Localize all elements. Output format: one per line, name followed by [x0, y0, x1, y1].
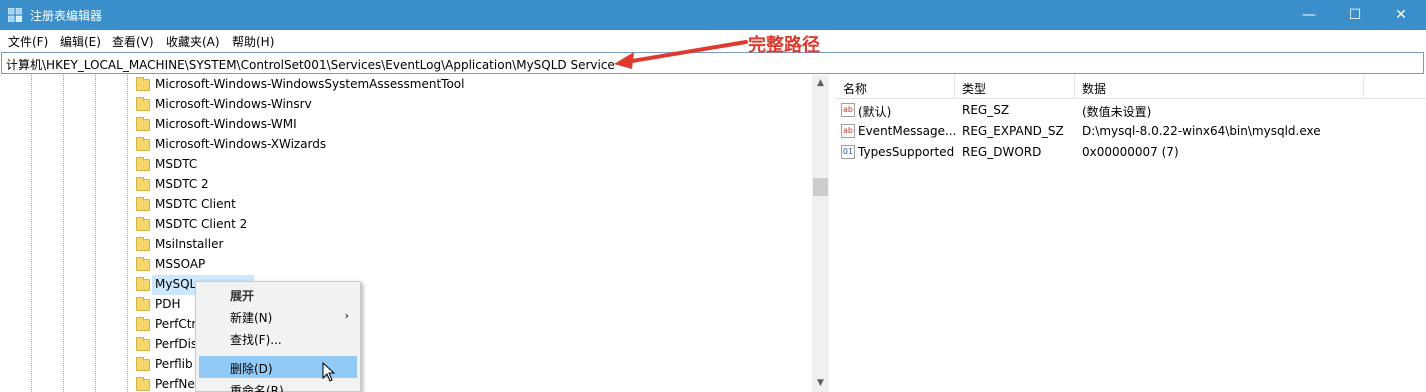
- maximize-button[interactable]: ☐: [1332, 0, 1378, 30]
- string-value-icon: ab: [841, 103, 855, 117]
- value-data: D:\mysql-8.0.22-winx64\bin\mysqld.exe: [1082, 124, 1321, 138]
- value-name: (默认): [858, 105, 892, 119]
- context-menu-label: 重命名(R): [230, 384, 284, 392]
- scroll-up-icon[interactable]: ▲: [812, 75, 829, 92]
- context-menu-label: 新建(N): [230, 311, 273, 325]
- column-divider[interactable]: [1074, 75, 1075, 99]
- tree-node[interactable]: Microsoft-Windows-XWizards: [134, 135, 814, 155]
- tree-node-label: PerfNe: [155, 377, 195, 391]
- value-name: EventMessage...: [858, 124, 957, 138]
- context-menu-label: 查找(F)...: [230, 333, 282, 347]
- mouse-cursor-icon: [322, 362, 336, 382]
- folder-icon: [136, 177, 150, 191]
- minimize-button[interactable]: —: [1286, 0, 1332, 30]
- column-divider[interactable]: [954, 75, 955, 99]
- address-path: 计算机\HKEY_LOCAL_MACHINE\SYSTEM\ControlSet…: [6, 58, 615, 72]
- folder-icon: [136, 77, 150, 91]
- folder-icon: [136, 237, 150, 251]
- context-menu-find[interactable]: 查找(F)...: [199, 327, 357, 349]
- tree-node[interactable]: MSSOAP: [134, 255, 814, 275]
- tree-node-label: PerfCtr: [155, 317, 197, 331]
- chevron-right-icon: ›: [344, 309, 349, 322]
- value-row[interactable]: ab EventMessage... REG_EXPAND_SZ D:\mysq…: [835, 121, 1426, 142]
- tree-node-label: MsiInstaller: [155, 237, 224, 251]
- menu-edit[interactable]: 编辑(E): [60, 33, 101, 50]
- window-title: 注册表编辑器: [30, 9, 103, 23]
- tree-node[interactable]: MSDTC 2: [134, 175, 814, 195]
- folder-icon: [136, 197, 150, 211]
- tree-scrollbar[interactable]: ▲ ▼: [812, 75, 829, 392]
- folder-icon: [136, 117, 150, 131]
- tree-node-label: Microsoft-Windows-XWizards: [155, 137, 327, 151]
- context-menu-new[interactable]: 新建(N) ›: [199, 305, 357, 327]
- folder-icon: [136, 297, 150, 311]
- close-button[interactable]: ✕: [1378, 0, 1424, 30]
- registry-editor-icon: [8, 8, 22, 22]
- value-name: TypesSupported: [858, 145, 955, 159]
- dword-value-icon: 01: [841, 145, 855, 159]
- tree-guide-line: [127, 75, 128, 392]
- value-row[interactable]: ab (默认) REG_SZ (数值未设置): [835, 100, 1426, 121]
- tree-node-label: Microsoft-Windows-Winsrv: [155, 97, 312, 111]
- folder-icon: [136, 157, 150, 171]
- values-list-pane[interactable]: 名称 类型 数据 ab (默认) REG_SZ (数值未设置) ab Event…: [835, 75, 1426, 392]
- folder-icon: [136, 357, 150, 371]
- tree-node-label: MSDTC: [155, 157, 198, 171]
- tree-node-label: Microsoft-Windows-WMI: [155, 117, 297, 131]
- context-menu-expand[interactable]: 展开: [199, 283, 357, 305]
- tree-node[interactable]: Microsoft-Windows-WindowsSystemAssessmen…: [134, 75, 814, 95]
- menu-view[interactable]: 查看(V): [112, 33, 154, 50]
- value-data: (数值未设置): [1082, 105, 1152, 119]
- key-tree-pane[interactable]: Microsoft-Windows-WindowsSystemAssessmen…: [0, 75, 829, 392]
- string-value-icon: ab: [841, 124, 855, 138]
- folder-icon: [136, 137, 150, 151]
- column-divider[interactable]: [1363, 75, 1364, 99]
- folder-icon: [136, 97, 150, 111]
- tree-node-label: MSDTC Client 2: [155, 217, 248, 231]
- folder-icon: [136, 257, 150, 271]
- tree-node-label: Microsoft-Windows-WindowsSystemAssessmen…: [155, 77, 465, 91]
- folder-icon: [136, 277, 150, 291]
- tree-node[interactable]: MSDTC: [134, 155, 814, 175]
- tree-node[interactable]: Microsoft-Windows-WMI: [134, 115, 814, 135]
- tree-node-label: MSDTC Client: [155, 197, 236, 211]
- value-row[interactable]: 01 TypesSupported REG_DWORD 0x00000007 (…: [835, 142, 1426, 163]
- tree-node[interactable]: MSDTC Client: [134, 195, 814, 215]
- context-menu-label: 删除(D): [230, 362, 273, 376]
- scrollbar-thumb[interactable]: [813, 178, 828, 196]
- tree-node-label: MySQL: [155, 277, 197, 291]
- folder-icon: [136, 377, 150, 391]
- tree-guide-line: [95, 75, 96, 392]
- tree-node-label: PerfDis: [155, 337, 198, 351]
- menu-help[interactable]: 帮助(H): [232, 33, 274, 50]
- value-type: REG_SZ: [962, 103, 1010, 117]
- folder-icon: [136, 337, 150, 351]
- tree-node-label: PDH: [155, 297, 181, 311]
- value-type: REG_EXPAND_SZ: [962, 124, 1064, 138]
- menu-favorites[interactable]: 收藏夹(A): [166, 33, 220, 50]
- context-menu-label: 展开: [230, 289, 255, 303]
- tree-node[interactable]: MsiInstaller: [134, 235, 814, 255]
- tree-guide-line: [63, 75, 64, 392]
- tree-node[interactable]: MSDTC Client 2: [134, 215, 814, 235]
- list-header: 名称 类型 数据: [835, 75, 1426, 99]
- tree-guide-line: [31, 75, 32, 392]
- folder-icon: [136, 217, 150, 231]
- value-type: REG_DWORD: [962, 145, 1042, 159]
- column-header-type[interactable]: 类型: [962, 80, 986, 97]
- tree-node-label: MSSOAP: [155, 257, 206, 271]
- title-bar: 注册表编辑器 — ☐ ✕: [0, 0, 1426, 30]
- column-header-name[interactable]: 名称: [843, 80, 867, 97]
- annotation-arrow: [614, 40, 748, 69]
- value-data: 0x00000007 (7): [1082, 145, 1179, 159]
- tree-node[interactable]: Microsoft-Windows-Winsrv: [134, 95, 814, 115]
- folder-icon: [136, 317, 150, 331]
- menu-file[interactable]: 文件(F): [8, 33, 48, 50]
- tree-node-label: Perflib: [155, 357, 193, 371]
- annotation-label: 完整路径: [748, 35, 820, 56]
- scroll-down-icon[interactable]: ▼: [812, 375, 829, 392]
- context-menu: 展开 新建(N) › 查找(F)... 删除(D) 重命名(R): [195, 281, 361, 392]
- column-header-data[interactable]: 数据: [1082, 80, 1106, 97]
- tree-node-label: MSDTC 2: [155, 177, 209, 191]
